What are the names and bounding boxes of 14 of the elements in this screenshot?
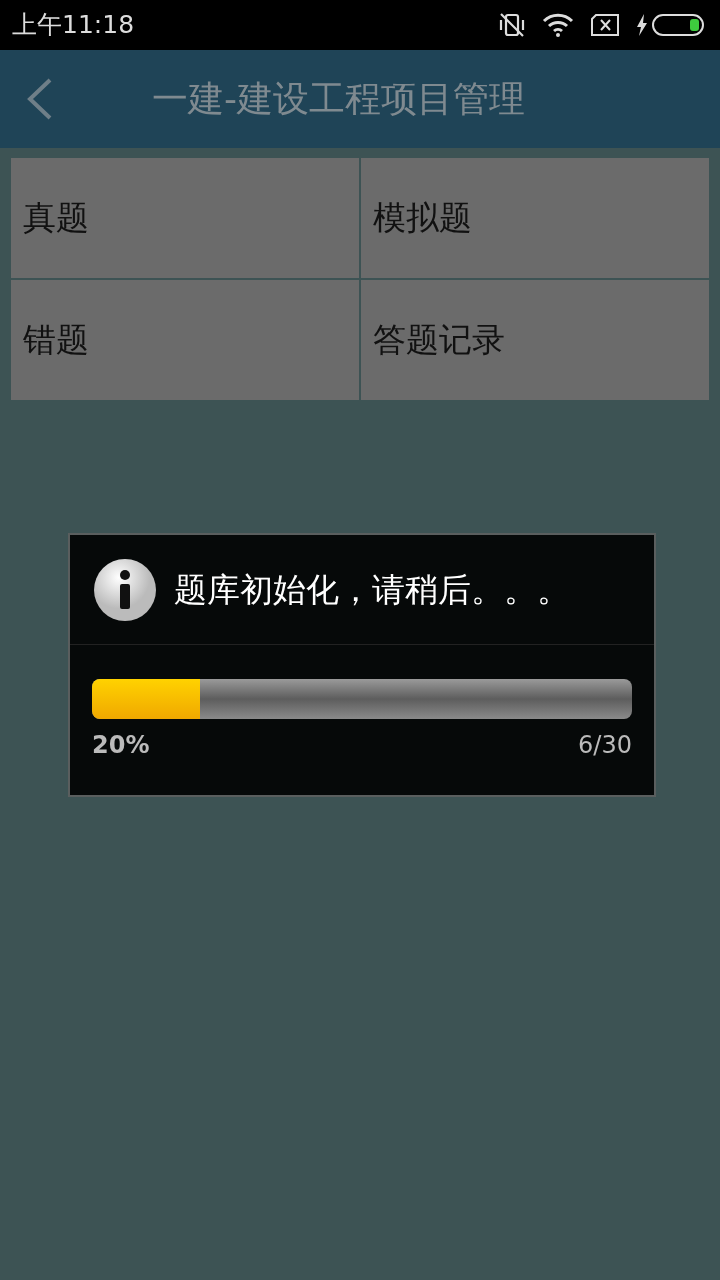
charging-icon: [636, 14, 648, 36]
menu-item[interactable]: 真题: [11, 158, 359, 278]
info-icon: [92, 556, 158, 623]
sim-icon: [590, 13, 620, 37]
menu-item[interactable]: 答题记录: [361, 280, 709, 400]
wifi-icon: [542, 13, 574, 37]
status-time: 上午11:18: [12, 9, 135, 42]
dialog-message: 题库初始化，请稍后。。。: [174, 568, 570, 611]
menu-item[interactable]: 错题: [11, 280, 359, 400]
page-title: 一建-建设工程项目管理: [152, 77, 525, 121]
progress-count: 6/30: [578, 730, 632, 761]
vibrate-off-icon: [498, 12, 526, 38]
progress-percent: 20%: [92, 730, 150, 761]
menu-item[interactable]: 模拟题: [361, 158, 709, 278]
